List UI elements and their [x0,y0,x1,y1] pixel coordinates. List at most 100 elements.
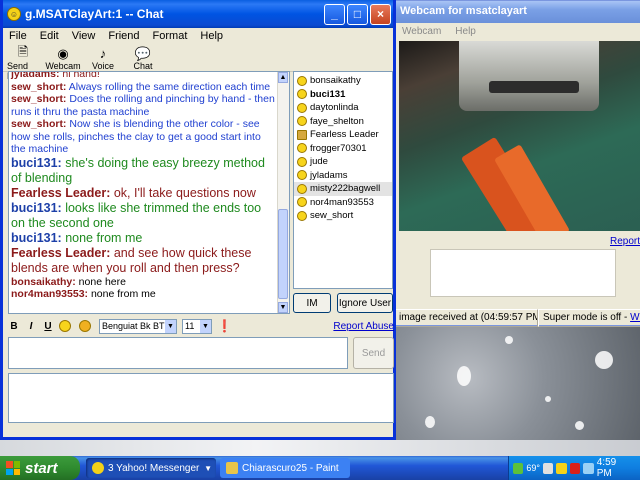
user-list-item[interactable]: jude [294,155,392,169]
yahoo-tray-icon[interactable] [556,462,567,474]
message-history[interactable]: jyladams: hi hand! sew_short: Always roll… [8,71,290,314]
user-name: frogger70301 [310,142,367,154]
super-mode-what-link[interactable]: What [630,312,640,323]
user-list-item[interactable]: frogger70301 [294,142,392,156]
menu-edit[interactable]: Edit [40,30,59,44]
send-button[interactable]: Send [353,337,394,369]
chat-title-bar[interactable]: ☺ g.MSATClayArt:1 -- Chat _ □ × [3,0,393,28]
chat-message-sender[interactable]: sew_short: [11,93,66,105]
underline-button[interactable]: U [42,321,54,332]
font-size-value: 11 [185,321,195,331]
font-select-value: Benguiat Bk BT [102,321,165,331]
weather-temp[interactable]: 69° [526,463,540,473]
menu-friend[interactable]: Friend [108,30,139,44]
webcam-window-title[interactable]: Webcam for msatclayart [394,1,640,23]
send-file-button[interactable]: 🗎 Send File [7,44,39,82]
user-list-item[interactable]: nor4man93553 [294,196,392,210]
taskbar-yahoo-messenger[interactable]: 3 Yahoo! Messenger ▼ [86,458,216,478]
chat-message-sender[interactable]: bonsaikathy: [11,276,76,288]
taskbar-paint[interactable]: Chiarascuro25 - Paint [220,458,350,478]
audible-icon[interactable] [79,320,91,332]
ignore-user-button[interactable]: Ignore User [337,293,393,313]
chat-message-sender[interactable]: jyladams: [11,72,59,80]
imvironment-icon[interactable]: ❗ [217,319,232,333]
menu-help[interactable]: Help [200,30,223,44]
italic-button[interactable]: I [25,321,37,332]
close-button[interactable]: × [370,3,391,25]
task-label: Chiarascuro25 - Paint [242,462,339,474]
chat-message-sender[interactable]: sew_short: [11,81,66,93]
chevron-down-icon: ▼ [204,463,212,473]
webcam-menu-help[interactable]: Help [455,26,476,38]
chat-message: sew_short: Always rolling the same direc… [11,81,277,94]
chat-message: buci131: none from me [11,231,277,246]
report-abuse-link[interactable]: Report Abuse [333,321,394,332]
font-size-select[interactable]: 11 ▼ [182,318,212,334]
user-list-items: bonsaikathy buci131 daytonlinda faye_shelto… [294,74,392,223]
chat-message-sender[interactable]: Fearless Leader: [11,186,110,200]
message-input[interactable] [8,337,348,369]
maximize-button[interactable]: □ [347,3,368,25]
smiley-icon [297,102,307,113]
chat-button[interactable]: 💬 Chat [127,46,159,72]
user-name: sew_short [310,210,354,222]
chat-message-text: Always rolling the same direction each t… [66,80,271,93]
chat-message-sender[interactable]: sew_short: [11,118,66,130]
chat-message-sender[interactable]: buci131: [11,156,62,170]
emoticon-icon[interactable] [59,320,71,332]
user-list-item[interactable]: Fearless Leader [294,128,392,142]
message-list: jyladams: hi hand! sew_short: Always roll… [11,72,277,301]
start-button[interactable]: start [0,456,80,480]
chat-message-sender[interactable]: buci131: [11,231,62,245]
user-list-item[interactable]: faye_shelton [294,115,392,129]
windows-logo-icon [6,461,20,475]
scroll-down-arrow[interactable]: ▼ [278,302,288,313]
chat-window-title: g.MSATClayArt:1 -- Chat [25,7,164,21]
volume-icon[interactable] [583,462,594,474]
user-list-item[interactable]: jyladams [294,169,392,183]
webcam-icon: ◉ [57,45,69,61]
tray-app-icon[interactable] [543,462,554,474]
user-name: nor4man93553 [310,196,374,208]
user-list-item[interactable]: sew_short [294,209,392,223]
menu-format[interactable]: Format [153,30,188,44]
user-list-item[interactable]: misty222bagwell [294,182,392,196]
chat-message-text: none from me [88,288,156,300]
webcam-menu-webcam[interactable]: Webcam [402,26,441,38]
scroll-thumb[interactable] [278,209,288,299]
user-list-item[interactable]: daytonlinda [294,101,392,115]
voice-button[interactable]: ♪ Voice [87,46,119,71]
im-button[interactable]: IM [293,293,331,313]
super-mode-status: Super mode is off - What [538,309,640,327]
user-list-item[interactable]: buci131 [294,88,392,102]
scroll-up-arrow[interactable]: ▲ [278,72,288,83]
system-tray: 69° 4:59 PM [508,456,640,480]
webcam-button[interactable]: ◉ Webcam [45,45,81,72]
webcam-label: Webcam [45,61,81,71]
chat-message-sender[interactable]: nor4man93553: [11,288,88,300]
message-scrollbar[interactable]: ▲ ▼ [277,72,289,313]
chat-message-sender[interactable]: Fearless Leader: [11,246,110,260]
clock: 4:59 PM [596,457,617,479]
user-list-item[interactable]: bonsaikathy [294,74,392,88]
chat-message-sender[interactable]: buci131: [11,201,62,215]
network-icon[interactable] [513,462,524,474]
menu-view[interactable]: View [72,30,96,44]
chat-message: Fearless Leader: ok, I'll take questions… [11,186,277,201]
chat-message: Fearless Leader: and see how quick these… [11,246,277,276]
smiley-icon [297,116,307,127]
webcam-menu-bar: Webcam Help [394,23,640,41]
webcam-status-bar: image received at (04:59:57 PM) Super mo… [394,309,640,327]
user-name: daytonlinda [310,102,359,114]
chevron-down-icon: ▼ [200,319,211,333]
minimize-button[interactable]: _ [324,3,345,25]
user-list: bonsaikathy buci131 daytonlinda faye_shelto… [293,71,393,289]
smiley-icon [297,89,307,100]
voice-label: Voice [91,61,115,71]
bold-button[interactable]: B [8,321,20,332]
security-icon[interactable] [569,462,581,474]
webcam-report-link[interactable]: Report [610,236,640,247]
user-name: buci131 [310,88,346,100]
font-select[interactable]: Benguiat Bk BT ▼ [99,318,177,334]
user-name: jyladams [310,169,348,181]
